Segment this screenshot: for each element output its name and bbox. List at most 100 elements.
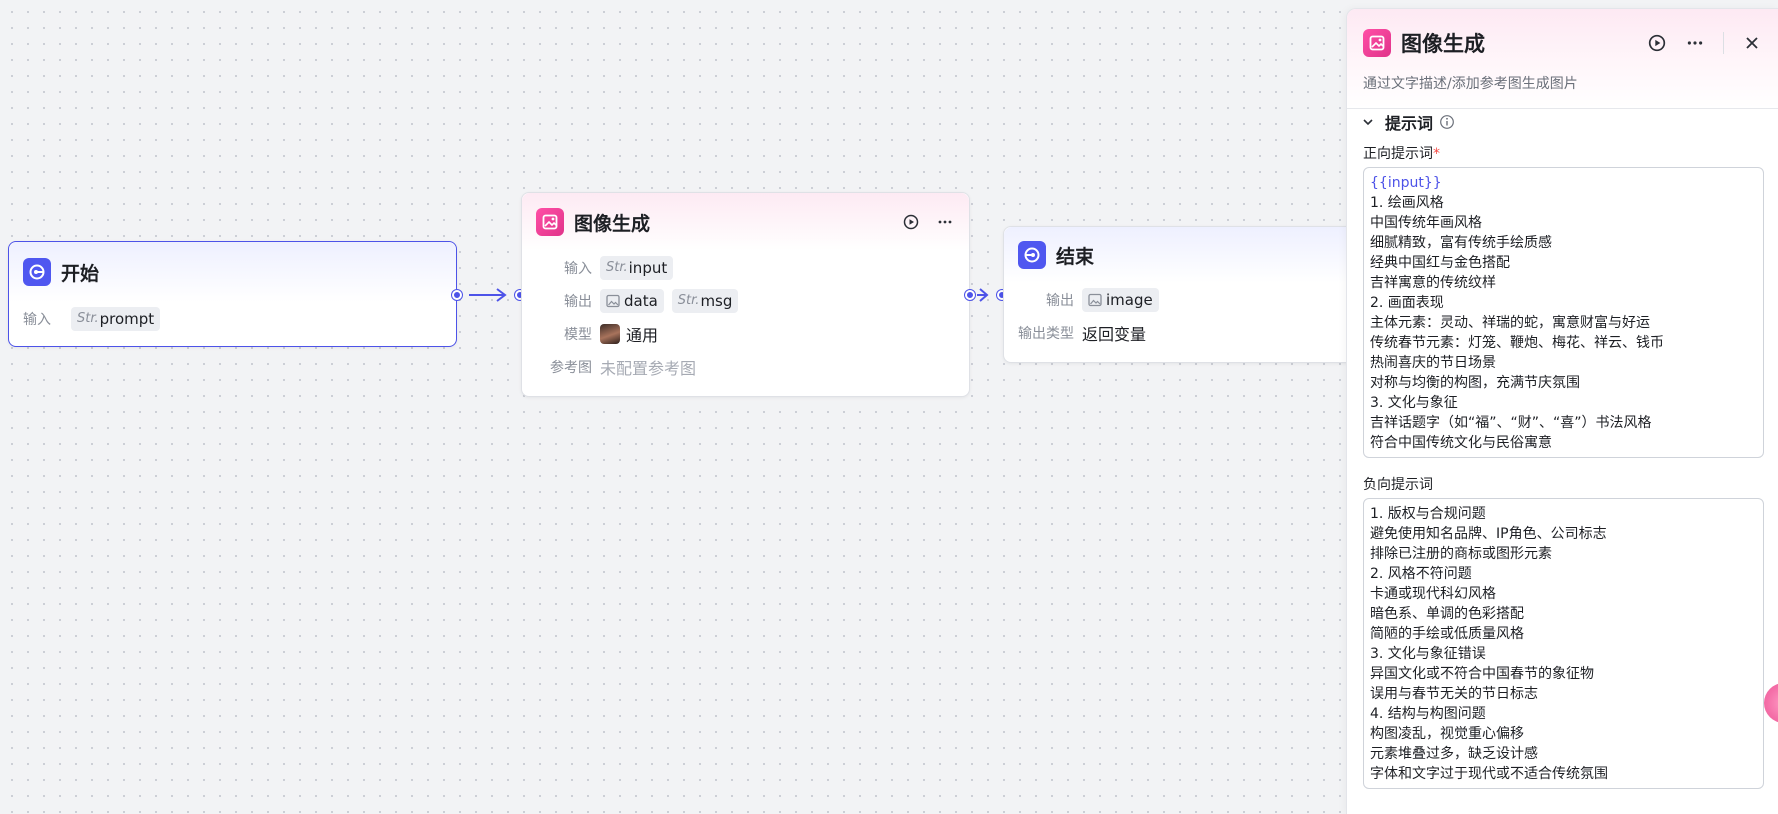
output-type-label: 输出类型 — [1018, 325, 1074, 342]
prompt-line: 热闹喜庆的节日场景 — [1370, 355, 1496, 371]
start-node-title: 开始 — [61, 262, 100, 285]
prompt-line: 1. 绘画风格 — [1370, 195, 1444, 211]
image-input-row: 输入 Str. input — [522, 251, 969, 284]
start-node-header: 开始 — [9, 242, 456, 302]
more-icon[interactable] — [935, 212, 955, 232]
prompt-line: 卡通或现代科幻风格 — [1370, 586, 1496, 602]
end-node[interactable]: 结束 输出 image 输出类型 返回变量 — [1003, 226, 1403, 363]
prompt-line: {{input}} — [1370, 175, 1442, 191]
section-title: 提示词 — [1385, 114, 1434, 133]
panel-description: 通过文字描述/添加参考图生成图片 — [1363, 76, 1578, 92]
output-type-value: 返回变量 — [1082, 324, 1147, 344]
model-avatar — [600, 323, 620, 344]
image-type-icon — [606, 294, 620, 307]
variable-tag: Str. msg — [671, 288, 739, 313]
prompt-line: 字体和文字过于现代或不适合传统氛围 — [1370, 766, 1608, 782]
positive-prompt-textarea[interactable]: {{input}} 1. 绘画风格中国传统年画风格细腻精致，富有传统手绘质感 经典中… — [1363, 167, 1764, 458]
close-icon[interactable] — [1742, 33, 1762, 53]
variable-name: input — [628, 258, 668, 277]
end-output-row: 输出 image — [1004, 283, 1402, 316]
image-model-row: 模型 通用 — [522, 317, 969, 350]
image-node-title: 图像生成 — [574, 212, 651, 235]
prompt-line: 1. 版权与合规问题 — [1370, 506, 1486, 522]
end-node-title: 结束 — [1056, 245, 1095, 268]
prompt-line: 异国文化或不符合中国春节的象征物 — [1370, 666, 1594, 682]
start-output-port[interactable] — [452, 290, 462, 300]
image-ref-row: 参考图 未配置参考图 — [522, 350, 969, 383]
prompt-line: 传统春节元素：灯笼、鞭炮、梅花、祥云、钱币 — [1370, 335, 1664, 351]
ref-label: 参考图 — [550, 359, 592, 376]
prompt-line: 简陋的手绘或低质量风格 — [1370, 626, 1524, 642]
more-icon[interactable] — [1685, 33, 1705, 53]
prompt-line: 元素堆叠过多，缺乏设计感 — [1370, 746, 1538, 762]
end-node-header: 结束 — [1004, 227, 1402, 283]
end-output-type-row: 输出类型 返回变量 — [1004, 316, 1402, 349]
run-icon[interactable] — [901, 212, 921, 232]
type-label: Str. — [77, 311, 99, 326]
end-icon — [1018, 241, 1046, 269]
negative-prompt-textarea[interactable]: 1. 版权与合规问题避免使用知名品牌、IP角色、公司标志 排除已注册的商标或图形元… — [1363, 498, 1764, 789]
positive-prompt-label: 正向提示词* — [1347, 143, 1778, 163]
start-icon — [23, 258, 51, 286]
chevron-down-icon[interactable] — [1361, 115, 1375, 129]
image-node-header: 图像生成 — [522, 193, 969, 251]
variable-name: image — [1106, 290, 1153, 309]
image-generate-icon — [536, 208, 564, 236]
variable-name: prompt — [99, 309, 155, 328]
prompt-line: 主体元素：灵动、祥瑞的蛇，寓意财富与好运 — [1370, 315, 1650, 331]
input-label: 输入 — [564, 260, 592, 277]
header-divider — [1723, 32, 1724, 54]
panel-header: 图像生成 通过文字描述/添加参考图生成图片 — [1347, 9, 1778, 109]
start-input-label: 输入 — [23, 311, 51, 328]
variable-tag: Str. prompt — [71, 306, 161, 331]
prompt-line: 误用与春节无关的节日标志 — [1370, 686, 1538, 702]
prompt-line: 2. 风格不符问题 — [1370, 566, 1472, 582]
panel-title: 图像生成 — [1401, 32, 1485, 56]
image-generate-icon — [1363, 29, 1391, 57]
model-value: 通用 — [626, 325, 659, 345]
prompt-line: 暗色系、单调的色彩搭配 — [1370, 606, 1524, 622]
prompt-line: 2. 画面表现 — [1370, 295, 1444, 311]
type-label: Str. — [677, 293, 700, 308]
panel-title-row: 图像生成 — [1363, 9, 1762, 77]
prompt-line: 对称与均衡的构图，充满节庆氛围 — [1370, 375, 1580, 391]
image-node-actions — [901, 212, 955, 232]
prompt-line: 符合中国传统文化与民俗寓意 — [1370, 435, 1552, 451]
prompt-line: 避免使用知名品牌、IP角色、公司标志 — [1370, 526, 1607, 542]
prompt-line: 细腻精致，富有传统手绘质感 — [1370, 235, 1552, 251]
info-icon[interactable] — [1439, 114, 1455, 130]
start-input-row: 输入 Str. prompt — [9, 302, 456, 335]
output-label: 输出 — [1046, 292, 1074, 309]
model-label: 模型 — [564, 326, 592, 343]
variable-tag: image — [1082, 287, 1159, 312]
prompt-line: 中国传统年画风格 — [1370, 215, 1482, 231]
panel-actions — [1647, 32, 1762, 54]
ref-value: 未配置参考图 — [600, 358, 697, 378]
prompt-section-header[interactable]: 提示词 — [1347, 109, 1778, 135]
prompt-line: 经典中国红与金色搭配 — [1370, 255, 1510, 271]
node-config-panel: 图像生成 通过文字描述/添加参考图生成图片 提示词 正向提示词* {{input… — [1346, 8, 1778, 814]
variable-tag: data — [600, 288, 664, 313]
image-type-icon — [1088, 293, 1102, 306]
prompt-line: 3. 文化与象征错误 — [1370, 646, 1486, 662]
prompt-line: 3. 文化与象征 — [1370, 395, 1458, 411]
variable-name: data — [624, 291, 658, 310]
prompt-line: 排除已注册的商标或图形元素 — [1370, 546, 1552, 562]
type-label: Str. — [606, 260, 628, 275]
prompt-line: 吉祥话题字（如“福”、“财”、“喜”）书法风格 — [1370, 415, 1652, 431]
negative-prompt-label: 负向提示词 — [1363, 477, 1433, 493]
image-output-row: 输出 data Str. msg — [522, 284, 969, 317]
run-icon[interactable] — [1647, 33, 1667, 53]
variable-name: msg — [700, 291, 733, 310]
prompt-line: 4. 结构与构图问题 — [1370, 706, 1486, 722]
prompt-line: 构图凌乱，视觉重心偏移 — [1370, 726, 1524, 742]
prompt-line: 吉祥寓意的传统纹样 — [1370, 275, 1496, 291]
connection-edge[interactable] — [466, 285, 512, 305]
image-generate-node[interactable]: 图像生成 输入 Str. input 输出 data Str. msg 模型 通… — [521, 192, 970, 397]
positive-prompt-label-text: 正向提示词 — [1363, 146, 1433, 162]
variable-tag: Str. input — [600, 255, 674, 280]
connection-edge[interactable] — [974, 285, 994, 305]
start-node[interactable]: 开始 输入 Str. prompt — [8, 241, 457, 347]
output-label: 输出 — [564, 293, 592, 310]
required-mark: * — [1433, 146, 1440, 162]
